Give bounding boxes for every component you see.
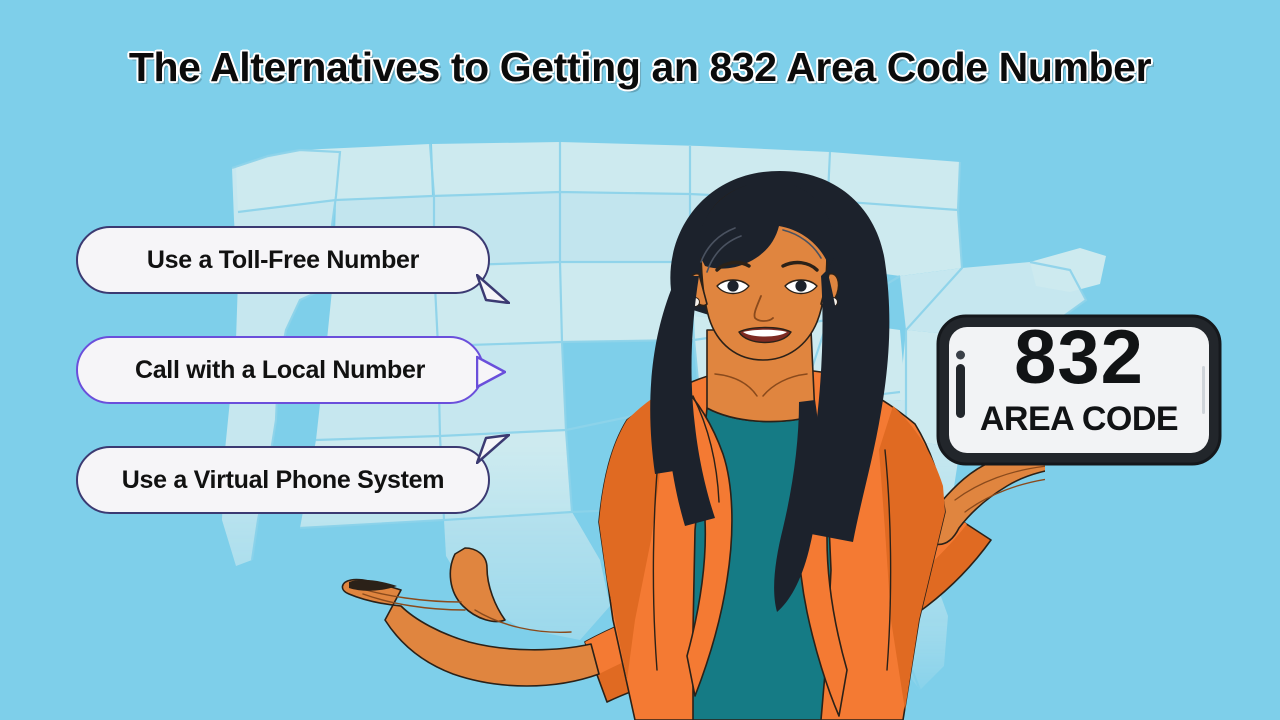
callout-label: Call with a Local Number [134,355,426,384]
bubble-tail-icon [476,355,506,389]
smartphone-graphic[interactable]: 832 AREA CODE [936,314,1222,466]
bubble-tail-icon [476,434,510,464]
callout-bubble-local-number[interactable]: Call with a Local Number [76,336,506,404]
page-title: The Alternatives to Getting an 832 Area … [128,44,1152,90]
callout-label: Use a Toll-Free Number [146,245,420,274]
callout-label: Use a Virtual Phone System [121,465,445,494]
phone-area-code-caption: AREA CODE [979,400,1179,438]
callout-bubble-toll-free[interactable]: Use a Toll-Free Number [76,226,510,304]
callout-bubble-virtual-phone[interactable]: Use a Virtual Phone System [76,434,510,514]
infographic-canvas: The Alternatives to Getting an 832 Area … [0,0,1280,720]
bubble-tail-icon [476,274,510,304]
phone-area-code-number: 832 [1014,315,1144,400]
